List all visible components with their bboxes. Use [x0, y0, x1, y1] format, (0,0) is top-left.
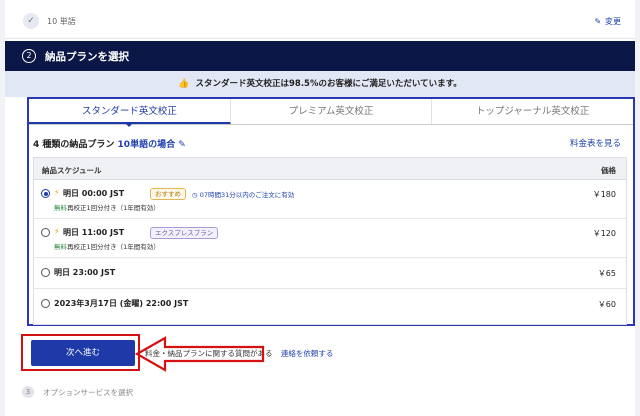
step-3-number: 3	[22, 386, 34, 398]
recommended-badge: おすすめ	[150, 188, 186, 200]
offer-note-text: 07時間31分以内のご注文に有効	[199, 191, 295, 199]
step-3-title: オプションサービスを選択	[43, 388, 133, 397]
request-contact-link[interactable]: 連絡を依頼する	[281, 349, 334, 358]
check-icon: ✓	[23, 13, 39, 29]
offer-note: ◷ 07時間31分以内のご注文に有効	[192, 189, 294, 199]
plans-heading-prefix: 4 種類の納品プラン	[33, 140, 115, 150]
plan-price: ￥65	[597, 269, 616, 278]
tab-standard[interactable]: スタンダード英文校正	[29, 99, 231, 127]
plan-row[interactable]: ⚡ 明日 00:00 JST おすすめ ◷ 07時間31分以内のご注文に有効 無…	[34, 180, 626, 219]
lightning-icon: ⚡	[54, 188, 60, 197]
thumbs-up-icon: 👍	[178, 79, 190, 89]
plan-sub: 無料再校正1回分付き（1年間有効）	[54, 202, 160, 212]
step-2-header: 2 納品プランを選択	[5, 41, 635, 71]
page: ✓ 10 単語 ✎ 変更 2 納品プランを選択 👍 スタンダード英文校正は98.5…	[0, 0, 640, 416]
step-2-number: 2	[22, 49, 36, 63]
plan-price: ￥60	[597, 300, 616, 309]
plan-radio[interactable]	[41, 228, 50, 237]
pencil-icon: ✎	[594, 17, 602, 26]
plan-price: ￥180	[592, 190, 616, 199]
change-link-label: 変更	[605, 17, 621, 26]
plan-time: 明日 11:00 JST	[63, 228, 125, 237]
clock-icon: ◷	[192, 191, 198, 199]
step-1-summary: 10 単語	[47, 17, 76, 26]
plans-heading: 4 種類の納品プラン 10単語の場合 ✎	[33, 137, 186, 150]
express-badge: エクスプレスプラン	[150, 227, 219, 239]
pencil-icon[interactable]: ✎	[178, 140, 186, 150]
plan-price: ￥120	[592, 229, 616, 238]
plan-sub-text: 再校正1回分付き（1年間有効）	[67, 243, 160, 251]
lightning-icon: ⚡	[54, 227, 60, 236]
plan-row[interactable]: 2023年3月17日 (金曜) 22:00 JST ￥60	[34, 289, 626, 319]
step-3-header: 3 オプションサービスを選択	[5, 380, 635, 406]
service-tabs: スタンダード英文校正 プレミアム英文校正 トップジャーナル英文校正	[29, 99, 633, 127]
satisfaction-banner: 👍 スタンダード英文校正は98.5%のお客様にご満足いただいています。	[5, 71, 635, 97]
tab-premium[interactable]: プレミアム英文校正	[231, 99, 433, 124]
plan-sub: 無料再校正1回分付き（1年間有効）	[54, 241, 160, 251]
plan-selection-highlight: スタンダード英文校正 プレミアム英文校正 トップジャーナル英文校正 4 種類の納…	[27, 97, 635, 326]
col-price: 価格	[601, 166, 616, 175]
banner-text: スタンダード英文校正は98.5%のお客様にご満足いただいています。	[195, 79, 462, 89]
next-button[interactable]: 次へ進む	[31, 340, 135, 366]
plan-radio[interactable]	[41, 299, 50, 308]
plan-row[interactable]: ⚡ 明日 11:00 JST エクスプレスプラン 無料再校正1回分付き（1年間有…	[34, 219, 626, 258]
plan-time: 2023年3月17日 (金曜) 22:00 JST	[54, 299, 189, 308]
plan-time: 明日 00:00 JST	[63, 189, 125, 198]
plan-sub-text: 再校正1回分付き（1年間有効）	[67, 204, 160, 212]
free-label: 無料	[54, 204, 67, 212]
col-schedule: 納品スケジュール	[42, 166, 102, 175]
tab-top-journal[interactable]: トップジャーナル英文校正	[432, 99, 633, 124]
plan-radio[interactable]	[41, 189, 50, 198]
plans-heading-highlight[interactable]: 10単語の場合	[118, 140, 176, 150]
plan-radio[interactable]	[41, 268, 50, 277]
table-header: 納品スケジュール 価格	[34, 158, 626, 180]
step-1-completed: ✓ 10 単語 ✎ 変更	[5, 3, 635, 39]
plan-time: 明日 23:00 JST	[54, 268, 116, 277]
price-table-link[interactable]: 料金表を見る	[570, 137, 621, 149]
red-arrow-annotation	[135, 336, 265, 372]
plan-row[interactable]: 明日 23:00 JST ￥65	[34, 258, 626, 289]
step-2-title: 納品プランを選択	[45, 51, 129, 63]
order-card: ✓ 10 単語 ✎ 変更 2 納品プランを選択 👍 スタンダード英文校正は98.5…	[5, 0, 635, 416]
free-label: 無料	[54, 243, 67, 251]
delivery-plan-table: 納品スケジュール 価格 ⚡ 明日 00:00 JST おすすめ ◷ 07時間31…	[33, 157, 627, 325]
change-link[interactable]: ✎ 変更	[594, 16, 621, 27]
